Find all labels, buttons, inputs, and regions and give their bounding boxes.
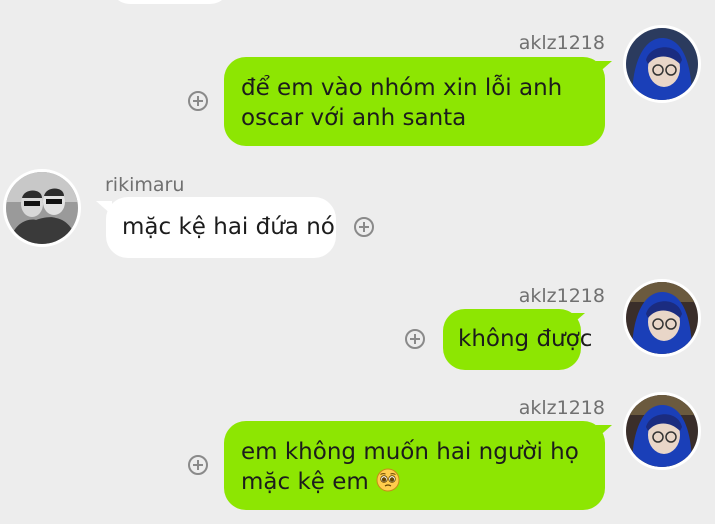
message-text-line: mặc kệ hai đứa nó	[122, 214, 335, 240]
message-text-line-wrap: mặc kệ em	[241, 467, 605, 497]
message-bubble[interactable]: mặc kệ hai đứa nó	[106, 197, 336, 258]
sender-name: aklz1218	[518, 397, 605, 419]
message-text-line: mặc kệ em	[241, 469, 369, 495]
plus-circle-icon[interactable]	[188, 91, 208, 111]
sender-name: aklz1218	[518, 32, 605, 54]
message-bubble[interactable]: em không muốn hai người họ mặc kệ em	[224, 421, 605, 510]
avatar-image	[626, 282, 698, 354]
user-avatar[interactable]	[623, 392, 701, 470]
sender-name: aklz1218	[518, 285, 605, 307]
plus-circle-icon[interactable]	[405, 329, 425, 349]
sender-name: rikimaru	[105, 174, 185, 196]
message-text-line: em không muốn hai người họ	[241, 439, 579, 465]
message-text-line: oscar với anh santa	[241, 105, 467, 131]
pleading-face-emoji-icon	[376, 468, 400, 492]
avatar-image	[626, 28, 698, 100]
plus-circle-icon[interactable]	[354, 217, 374, 237]
user-avatar[interactable]	[623, 25, 701, 103]
avatar-image	[626, 395, 698, 467]
message-text-line: để em vào nhóm xin lỗi anh	[241, 75, 563, 101]
message-bubble[interactable]: không được	[443, 309, 593, 370]
plus-circle-icon[interactable]	[188, 455, 208, 475]
user-avatar[interactable]	[623, 279, 701, 357]
message-text-line: không được	[458, 326, 593, 352]
previous-message-bubble	[110, 0, 230, 4]
message-bubble[interactable]: để em vào nhóm xin lỗi anh oscar với anh…	[224, 57, 605, 146]
user-avatar[interactable]	[3, 169, 81, 247]
avatar-image	[6, 172, 78, 244]
